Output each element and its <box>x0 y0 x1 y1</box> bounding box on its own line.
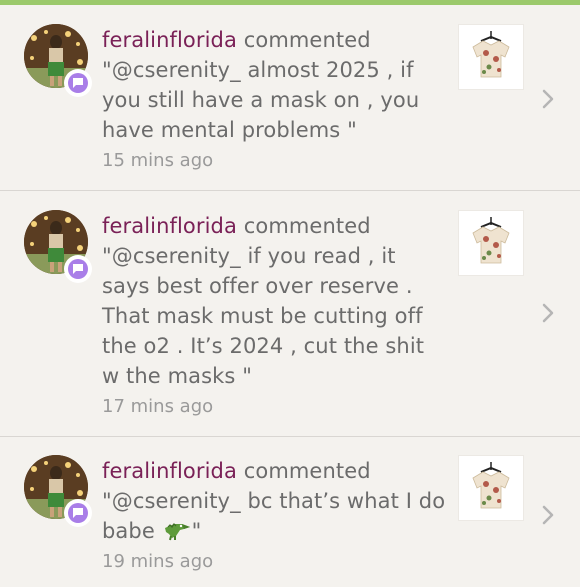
speech-bubble-icon <box>73 264 83 274</box>
action-text: commented <box>243 28 371 52</box>
comment-text: "@cserenity_ bc that’s what I do babe <box>102 489 446 543</box>
chevron-right-icon[interactable] <box>540 503 556 527</box>
notification-text: feralinflorida commented "@cserenity_ al… <box>102 25 447 145</box>
action-text: commented <box>243 214 371 238</box>
timestamp: 15 mins ago <box>102 150 214 171</box>
timestamp: 19 mins ago <box>102 551 214 572</box>
username-link[interactable]: feralinflorida <box>102 459 237 483</box>
speech-bubble-icon <box>73 508 83 518</box>
comment-text: "@cserenity_ almost 2025 , if you still … <box>102 58 420 142</box>
comment-text: "@cserenity_ if you read , it says best … <box>102 244 425 388</box>
notification-text: feralinflorida commented "@cserenity_ if… <box>102 211 447 391</box>
comment-badge <box>64 69 92 97</box>
crocodile-emoji-icon <box>164 523 190 541</box>
notification-item[interactable]: feralinflorida commented "@cserenity_ al… <box>0 5 580 191</box>
notification-item[interactable]: feralinflorida commented "@cserenity_ bc… <box>0 437 580 587</box>
notification-item[interactable]: feralinflorida commented "@cserenity_ if… <box>0 191 580 437</box>
speech-bubble-icon <box>73 78 83 88</box>
comment-badge <box>64 255 92 283</box>
chevron-right-icon[interactable] <box>540 87 556 111</box>
comment-text-end: " <box>191 519 202 543</box>
username-link[interactable]: feralinflorida <box>102 28 237 52</box>
comment-badge <box>64 499 92 527</box>
listing-thumbnail[interactable] <box>458 24 524 90</box>
action-text: commented <box>243 459 371 483</box>
listing-thumbnail[interactable] <box>458 455 524 521</box>
chevron-right-icon[interactable] <box>540 301 556 325</box>
notification-text: feralinflorida commented "@cserenity_ bc… <box>102 456 447 546</box>
timestamp: 17 mins ago <box>102 396 214 417</box>
username-link[interactable]: feralinflorida <box>102 214 237 238</box>
listing-thumbnail[interactable] <box>458 210 524 276</box>
